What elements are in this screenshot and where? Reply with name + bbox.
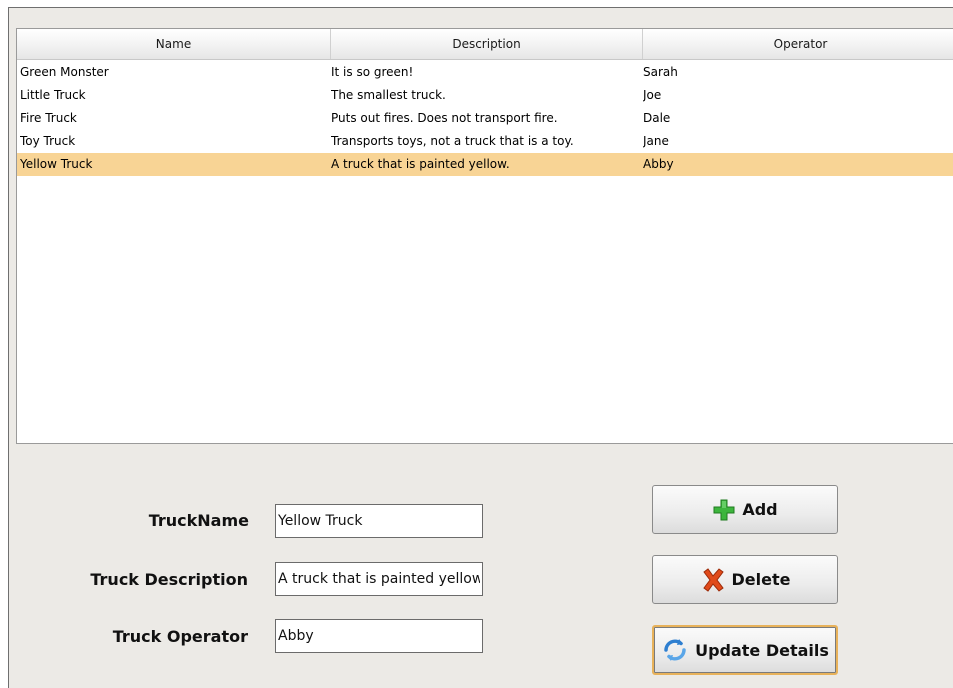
- cell-operator: Dale: [643, 111, 671, 125]
- cell-operator: Jane: [643, 134, 669, 148]
- column-header-description[interactable]: Description: [331, 29, 643, 59]
- cell-name: Toy Truck: [20, 134, 76, 148]
- table-row[interactable]: Green Monster It is so green! Sarah: [17, 61, 953, 84]
- update-details-button[interactable]: Update Details: [652, 625, 838, 675]
- column-header-name[interactable]: Name: [17, 29, 331, 59]
- x-icon: [700, 567, 726, 593]
- table-row[interactable]: Toy Truck Transports toys, not a truck t…: [17, 130, 953, 153]
- truck-name-input[interactable]: [275, 504, 483, 538]
- table-row-selected[interactable]: Yellow Truck A truck that is painted yel…: [17, 153, 953, 176]
- cell-operator: Abby: [643, 157, 674, 171]
- column-header-operator[interactable]: Operator: [643, 29, 953, 59]
- trucks-table[interactable]: Name Description Operator Green Monster …: [16, 28, 953, 444]
- cell-description: It is so green!: [331, 65, 414, 79]
- plus-icon: [712, 498, 736, 522]
- cell-name: Yellow Truck: [20, 157, 93, 171]
- update-details-button-label: Update Details: [695, 640, 829, 660]
- cell-description: Transports toys, not a truck that is a t…: [331, 134, 574, 148]
- truck-description-label: Truck Description: [90, 570, 248, 589]
- delete-button-label: Delete: [731, 570, 791, 589]
- table-row[interactable]: Little Truck The smallest truck. Joe: [17, 84, 953, 107]
- add-button[interactable]: Add: [652, 485, 838, 534]
- truck-operator-input[interactable]: [275, 619, 483, 653]
- cell-operator: Sarah: [643, 65, 678, 79]
- table-header: Name Description Operator: [17, 29, 953, 60]
- cell-operator: Joe: [643, 88, 662, 102]
- truck-description-input[interactable]: [275, 562, 483, 596]
- truck-name-label: TruckName: [148, 511, 249, 530]
- cell-name: Little Truck: [20, 88, 86, 102]
- cell-description: The smallest truck.: [331, 88, 446, 102]
- cell-name: Fire Truck: [20, 111, 77, 125]
- cell-name: Green Monster: [20, 65, 109, 79]
- cell-description: A truck that is painted yellow.: [331, 157, 510, 171]
- add-button-label: Add: [742, 500, 778, 519]
- truck-operator-label: Truck Operator: [112, 627, 248, 646]
- cell-description: Puts out fires. Does not transport fire.: [331, 111, 558, 125]
- delete-button[interactable]: Delete: [652, 555, 838, 604]
- refresh-icon: [661, 636, 689, 664]
- table-row[interactable]: Fire Truck Puts out fires. Does not tran…: [17, 107, 953, 130]
